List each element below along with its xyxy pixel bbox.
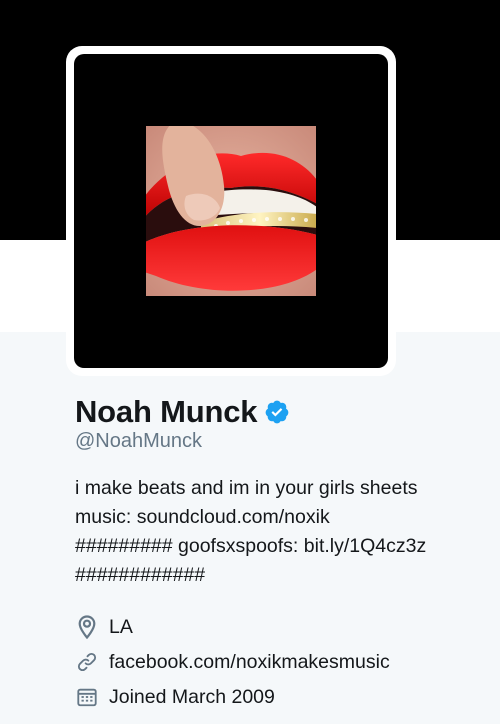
soundcloud-link[interactable]: soundcloud.com/noxik <box>137 506 330 528</box>
bio-text: ######### goofsxspoofs: <box>75 535 304 557</box>
bitly-link[interactable]: bit.ly/1Q4cz3z <box>304 535 426 557</box>
profile-bio: i make beats and im in your girls sheets… <box>75 474 495 590</box>
profile-joined-date: Joined March 2009 <box>75 683 275 711</box>
location-text: LA <box>109 615 133 638</box>
avatar-photo <box>146 126 316 296</box>
link-icon <box>75 650 99 674</box>
profile-avatar[interactable] <box>66 46 396 376</box>
profile-location: LA <box>75 613 133 641</box>
website-link[interactable]: facebook.com/noxikmakesmusic <box>109 651 390 674</box>
map-pin-icon <box>75 615 99 639</box>
bio-line: ######### goofsxspoofs: bit.ly/1Q4cz3z <box>75 532 495 561</box>
bio-text: music: <box>75 506 137 528</box>
display-name-row: Noah Munck <box>75 392 290 432</box>
profile-handle[interactable]: @NoahMunck <box>75 430 202 453</box>
bio-line: ############ <box>75 564 206 586</box>
profile-website: facebook.com/noxikmakesmusic <box>75 648 390 676</box>
avatar-image-background <box>74 54 388 368</box>
display-name[interactable]: Noah Munck <box>75 394 257 430</box>
bio-line: music: soundcloud.com/noxik <box>75 503 495 532</box>
joined-text: Joined March 2009 <box>109 685 275 708</box>
bio-line: i make beats and im in your girls sheets <box>75 477 418 499</box>
verified-badge-icon <box>264 399 290 425</box>
calendar-icon <box>75 685 99 709</box>
